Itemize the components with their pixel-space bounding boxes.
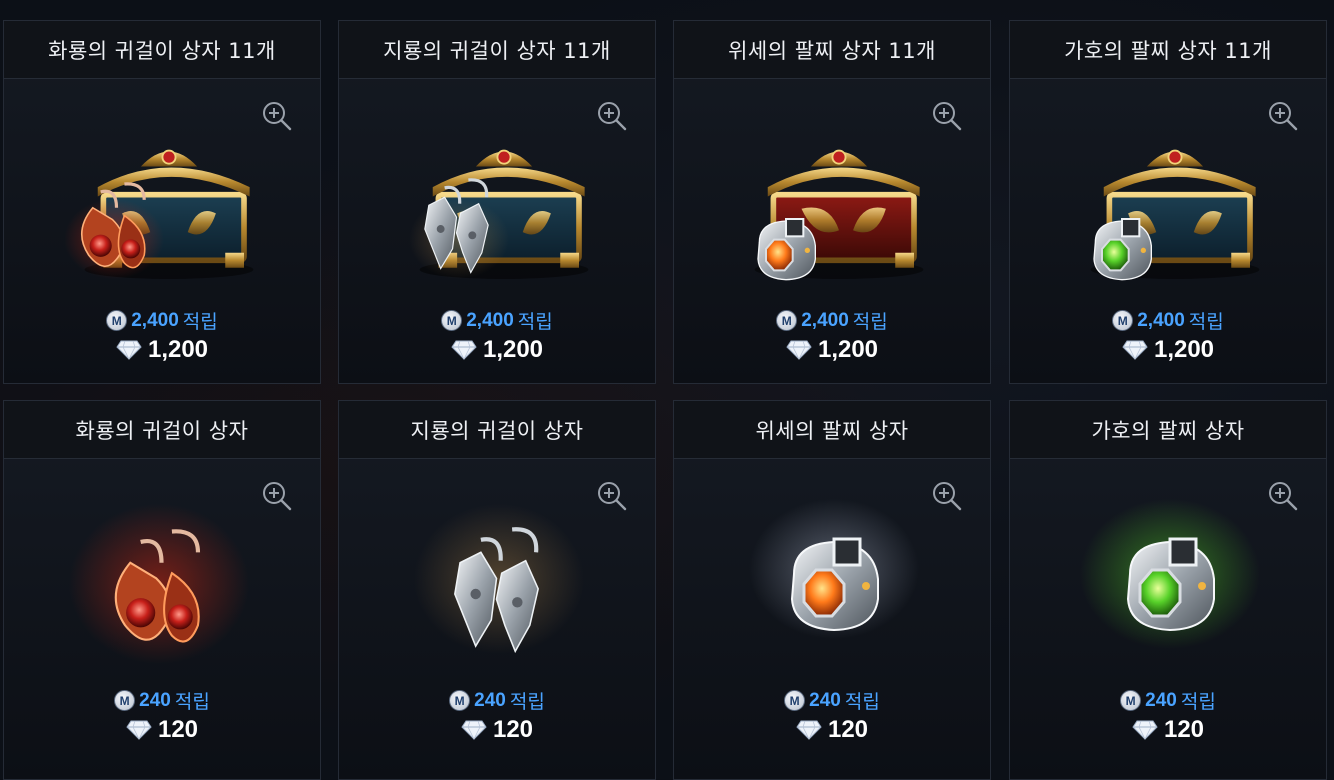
mileage-suffix: 적립: [174, 691, 210, 713]
mileage-icon: M: [776, 310, 798, 331]
orange-bracelet-icon: [749, 499, 919, 639]
card-header: 화룡의 귀걸이 상자 11개: [4, 21, 320, 79]
earring-box-red-icon: [64, 79, 321, 279]
mileage-icon: M: [106, 310, 128, 331]
mileage-reward: M 240 적립: [4, 687, 320, 714]
green-bracelet-icon: [1080, 499, 1260, 649]
card-header: 지룡의 귀걸이 상자 11개: [339, 21, 655, 79]
diamond-price: 1,200: [4, 336, 320, 364]
product-card[interactable]: 위세의 팔찌 상자 11개 M 2,400 적립 1,200: [673, 20, 991, 384]
product-card[interactable]: 화룡의 귀걸이 상자 M 240 적립 120: [3, 400, 321, 780]
price-amount: 120: [492, 716, 534, 743]
product-title: 위세의 팔찌 상자 11개: [728, 38, 936, 63]
product-title: 지룡의 귀걸이 상자 11개: [383, 38, 611, 63]
red-earring-icon: [69, 504, 249, 664]
diamond-price: 120: [674, 716, 990, 744]
product-title: 지룡의 귀걸이 상자: [410, 418, 584, 443]
diamond-icon: [126, 720, 152, 740]
mileage-reward: M 240 적립: [339, 687, 655, 714]
diamond-price: 120: [4, 716, 320, 744]
diamond-price: 1,200: [1010, 336, 1326, 364]
price-amount: 120: [1163, 716, 1205, 743]
product-card[interactable]: 가호의 팔찌 상자 11개 M 2,400 적립 1,200: [1009, 20, 1327, 384]
mileage-suffix: 적립: [1188, 311, 1224, 333]
diamond-price: 1,200: [674, 336, 990, 364]
price-amount: 1,200: [482, 336, 544, 363]
mileage-icon: M: [441, 310, 463, 331]
mileage-amount: 2,400: [466, 309, 514, 331]
earring-box-silver-icon: [409, 79, 656, 279]
mileage-amount: 2,400: [801, 309, 849, 331]
mileage-suffix: 적립: [182, 311, 218, 333]
product-title: 위세의 팔찌 상자: [755, 418, 909, 443]
mileage-amount: 2,400: [1137, 309, 1185, 331]
mileage-reward: M 240 적립: [1010, 687, 1326, 714]
diamond-price: 120: [339, 716, 655, 744]
diamond-icon: [116, 340, 142, 360]
mileage-suffix: 적립: [852, 311, 888, 333]
mileage-icon: M: [784, 690, 806, 711]
mileage-suffix: 적립: [1180, 691, 1216, 713]
product-title: 화룡의 귀걸이 상자: [75, 418, 249, 443]
mileage-amount: 240: [139, 689, 171, 711]
price-amount: 1,200: [147, 336, 209, 363]
product-card[interactable]: 화룡의 귀걸이 상자 11개 M 2,400 적립 1,200: [3, 20, 321, 384]
product-title: 가호의 팔찌 상자 11개: [1064, 38, 1272, 63]
mileage-icon: M: [1112, 310, 1134, 331]
card-header: 화룡의 귀걸이 상자: [4, 401, 320, 459]
card-header: 가호의 팔찌 상자 11개: [1010, 21, 1326, 79]
mileage-icon: M: [114, 690, 136, 711]
price-amount: 1,200: [1153, 336, 1215, 363]
price-amount: 1,200: [817, 336, 879, 363]
mileage-icon: M: [1120, 690, 1142, 711]
price-amount: 120: [827, 716, 869, 743]
diamond-price: 1,200: [339, 336, 655, 364]
mileage-reward: M 2,400 적립: [1010, 307, 1326, 334]
card-header: 위세의 팔찌 상자 11개: [674, 21, 990, 79]
product-card[interactable]: 가호의 팔찌 상자 M 240 적립 120: [1009, 400, 1327, 780]
diamond-icon: [451, 340, 477, 360]
mileage-icon: M: [449, 690, 471, 711]
mileage-suffix: 적립: [509, 691, 545, 713]
card-header: 가호의 팔찌 상자: [1010, 401, 1326, 459]
mileage-suffix: 적립: [844, 691, 880, 713]
product-title: 화룡의 귀걸이 상자 11개: [48, 38, 276, 63]
diamond-icon: [461, 720, 487, 740]
mileage-amount: 2,400: [131, 309, 179, 331]
diamond-icon: [786, 340, 812, 360]
diamond-icon: [796, 720, 822, 740]
product-card[interactable]: 위세의 팔찌 상자 M 240 적립 120: [673, 400, 991, 780]
diamond-price: 120: [1010, 716, 1326, 744]
mileage-amount: 240: [1145, 689, 1177, 711]
mileage-suffix: 적립: [517, 311, 553, 333]
card-header: 지룡의 귀걸이 상자: [339, 401, 655, 459]
diamond-icon: [1122, 340, 1148, 360]
mileage-amount: 240: [809, 689, 841, 711]
product-card[interactable]: 지룡의 귀걸이 상자 11개 M 2,400 적립 1,200: [338, 20, 656, 384]
mileage-reward: M 2,400 적립: [674, 307, 990, 334]
product-card[interactable]: 지룡의 귀걸이 상자 M 240 적립 120: [338, 400, 656, 780]
bracelet-box-orange-icon: [674, 79, 991, 281]
card-header: 위세의 팔찌 상자: [674, 401, 990, 459]
mileage-amount: 240: [474, 689, 506, 711]
mileage-reward: M 240 적립: [674, 687, 990, 714]
silver-earring-icon: [414, 504, 584, 654]
mileage-reward: M 2,400 적립: [4, 307, 320, 334]
mileage-reward: M 2,400 적립: [339, 307, 655, 334]
bracelet-box-green-icon: [1010, 79, 1327, 281]
price-amount: 120: [157, 716, 199, 743]
diamond-icon: [1132, 720, 1158, 740]
product-title: 가호의 팔찌 상자: [1091, 418, 1245, 443]
